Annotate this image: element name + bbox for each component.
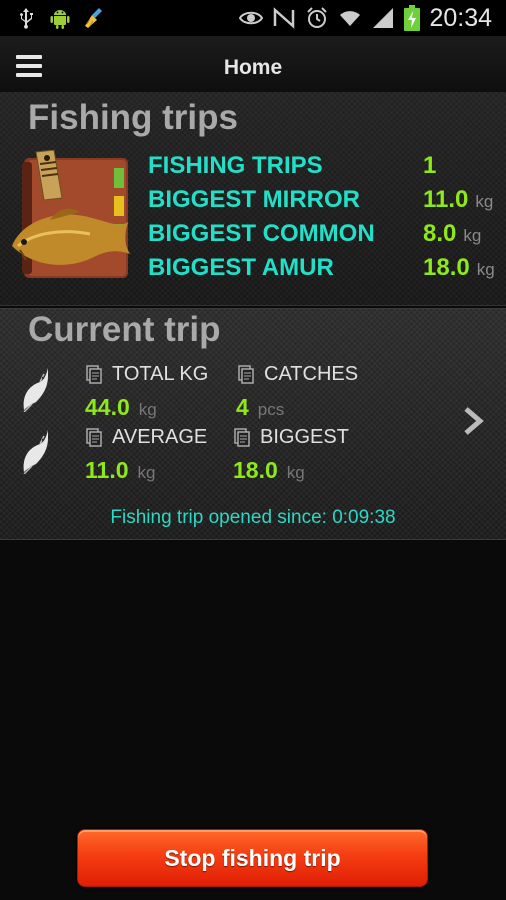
unit-label: kg bbox=[476, 260, 495, 279]
usb-icon bbox=[20, 8, 33, 29]
total-kg-text: TOTAL KG bbox=[112, 363, 209, 385]
total-kg-label: TOTAL KG bbox=[86, 363, 208, 386]
status-bar: 20:34 bbox=[0, 0, 506, 36]
average-value: 11.0 kg bbox=[85, 457, 156, 483]
unit-label: kg bbox=[463, 226, 482, 245]
unit-label: kg bbox=[138, 400, 157, 419]
nfc-icon bbox=[274, 7, 295, 29]
fishing-trips-heading: Fishing trips bbox=[28, 98, 238, 137]
document-icon bbox=[86, 365, 102, 384]
stat-value-biggest-common: 8.0 kg bbox=[423, 220, 482, 247]
android-debug-icon bbox=[50, 10, 70, 29]
catches-value: 4 pcs bbox=[236, 394, 285, 420]
document-icon bbox=[238, 365, 254, 384]
alarm-icon bbox=[307, 7, 328, 28]
unit-label: kg bbox=[286, 463, 305, 482]
stat-value-biggest-amur: 18.0 kg bbox=[423, 254, 495, 281]
current-trip-heading: Current trip bbox=[28, 310, 221, 349]
unit-label: kg bbox=[475, 192, 494, 211]
fish-icon bbox=[23, 368, 48, 412]
action-bar: Home bbox=[0, 36, 506, 98]
catches-text: CATCHES bbox=[264, 363, 359, 385]
biggest-value: 18.0 kg bbox=[233, 457, 305, 483]
cleaner-icon bbox=[85, 8, 102, 28]
unit-label: kg bbox=[137, 463, 156, 482]
signal-icon bbox=[373, 8, 394, 28]
fish-icon bbox=[23, 430, 48, 474]
average-label: AVERAGE bbox=[86, 426, 207, 449]
wifi-icon bbox=[340, 11, 361, 26]
average-text: AVERAGE bbox=[112, 426, 208, 448]
page-title: Home bbox=[223, 56, 283, 79]
biggest-text: BIGGEST bbox=[260, 426, 349, 448]
total-kg-value: 44.0 kg bbox=[85, 394, 157, 420]
stop-fishing-trip-button[interactable]: Stop fishing trip bbox=[77, 829, 428, 887]
stat-label-biggest-amur: BIGGEST AMUR bbox=[148, 254, 334, 281]
biggest-label: BIGGEST bbox=[234, 426, 349, 449]
document-icon bbox=[234, 428, 250, 447]
catches-label: CATCHES bbox=[238, 363, 358, 386]
stat-label-biggest-mirror: BIGGEST MIRROR bbox=[148, 186, 361, 213]
stat-label-biggest-common: BIGGEST COMMON bbox=[148, 220, 375, 247]
stat-value-biggest-mirror: 11.0 kg bbox=[423, 186, 494, 213]
clock: 20:34 bbox=[429, 3, 492, 32]
document-icon bbox=[86, 428, 102, 447]
battery-charging-icon bbox=[404, 5, 421, 31]
unit-label: pcs bbox=[257, 400, 285, 419]
stat-value-fishing-trips: 1 bbox=[423, 152, 437, 179]
fishing-book-icon bbox=[12, 150, 130, 278]
chevron-right-icon[interactable] bbox=[462, 406, 486, 436]
stat-label-fishing-trips: FISHING TRIPS bbox=[148, 152, 323, 179]
eye-icon bbox=[239, 11, 264, 25]
trip-opened-timer: Fishing trip opened since: 0:09:38 bbox=[110, 507, 396, 528]
